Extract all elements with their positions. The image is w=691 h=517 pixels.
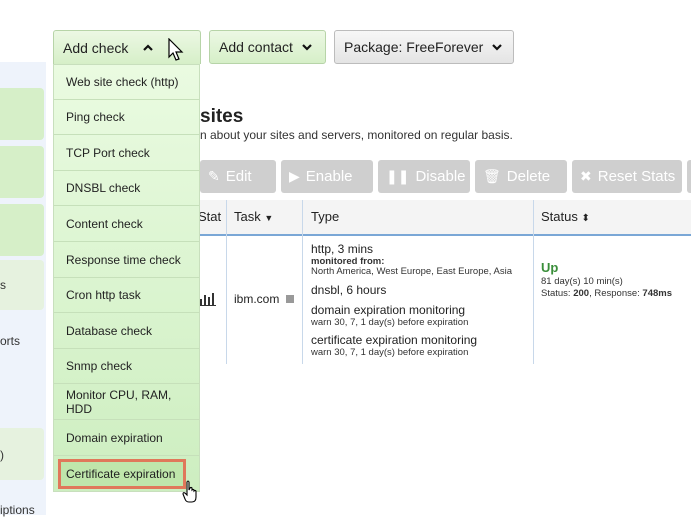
column-divider bbox=[533, 200, 534, 364]
add-contact-label: Add contact bbox=[219, 39, 293, 55]
reset-stats-label: Reset Stats bbox=[597, 168, 676, 185]
menu-item-tcp-port-check[interactable]: TCP Port check bbox=[54, 136, 199, 171]
sidebar-item-label: s bbox=[0, 278, 6, 292]
type-certificate-expiration: certificate expiration monitoring bbox=[311, 333, 478, 347]
column-divider bbox=[226, 200, 227, 364]
add-contact-button[interactable]: Add contact bbox=[209, 30, 326, 64]
sidebar-item-label: ) bbox=[0, 448, 4, 462]
close-icon: ✖ bbox=[580, 168, 592, 184]
status-up: Up bbox=[541, 260, 559, 275]
sidebar-item-label: orts bbox=[0, 334, 21, 348]
certificate-expiration-warning: warn 30, 7, 1 day(s) before expiration bbox=[311, 347, 469, 358]
bar-chart-icon[interactable] bbox=[199, 291, 216, 306]
response-label: , Response: bbox=[589, 288, 640, 299]
edit-button[interactable]: ✎ Edit bbox=[200, 160, 276, 193]
column-header-status-label: Status bbox=[541, 209, 578, 224]
domain-expiration-warning: warn 30, 7, 1 day(s) before expiration bbox=[311, 317, 469, 328]
menu-item-cron-http-task[interactable]: Cron http task bbox=[54, 278, 199, 313]
menu-item-dnsbl-check[interactable]: DNSBL check bbox=[54, 171, 199, 206]
response-time: 748ms bbox=[642, 288, 673, 299]
delete-label: Delete bbox=[506, 168, 551, 185]
play-icon: ▶ bbox=[289, 168, 300, 184]
chevron-up-icon bbox=[143, 43, 154, 51]
sidebar-item[interactable] bbox=[0, 428, 44, 480]
pause-icon: ❚❚ bbox=[386, 168, 410, 184]
page-title: sites bbox=[200, 106, 244, 127]
pencil-icon: ✎ bbox=[208, 168, 220, 184]
status-label: Status: bbox=[541, 288, 571, 299]
page-subtitle: n about your sites and servers, monitore… bbox=[200, 128, 513, 142]
column-header-type[interactable]: Type bbox=[311, 209, 339, 224]
enable-button[interactable]: ▶ Enable bbox=[281, 160, 373, 193]
type-http: http, 3 mins bbox=[311, 242, 374, 256]
column-header-task[interactable]: Task ▼ bbox=[234, 209, 273, 224]
package-label: Package: FreeForever bbox=[344, 39, 484, 55]
status-duration: 81 day(s) 10 min(s) bbox=[541, 276, 623, 287]
type-domain-expiration: domain expiration monitoring bbox=[311, 303, 466, 317]
cursor-arrow-icon bbox=[168, 38, 184, 61]
sidebar-item[interactable] bbox=[0, 204, 44, 256]
monitored-from-value: North America, West Europe, East Europe,… bbox=[311, 266, 513, 277]
menu-item-monitor-cpu-ram-hdd[interactable]: Monitor CPU, RAM, HDD bbox=[54, 385, 199, 420]
trash-icon: 🗑 bbox=[483, 168, 501, 184]
menu-item-database-check[interactable]: Database check bbox=[54, 314, 199, 349]
menu-item-web-site-check[interactable]: Web site check (http) bbox=[54, 65, 199, 100]
package-button[interactable]: Package: FreeForever bbox=[334, 30, 514, 64]
column-header-status[interactable]: Status ⬍ bbox=[541, 209, 590, 224]
table-header bbox=[200, 200, 691, 236]
hand-cursor-icon bbox=[182, 480, 197, 503]
chevron-down-icon bbox=[302, 44, 312, 51]
column-header-stat[interactable]: Stat bbox=[198, 209, 221, 224]
external-link-icon[interactable] bbox=[286, 295, 294, 303]
sidebar-item[interactable] bbox=[0, 146, 44, 198]
sort-icon: ⬍ bbox=[581, 213, 590, 224]
add-check-dropdown: Web site check (http) Ping check TCP Por… bbox=[53, 64, 200, 492]
chevron-down-icon bbox=[492, 44, 503, 51]
edit-label: Edit bbox=[225, 168, 252, 185]
menu-item-certificate-expiration[interactable]: Certificate expiration bbox=[58, 459, 186, 489]
sidebar-item[interactable] bbox=[0, 260, 44, 310]
column-header-task-label: Task bbox=[234, 209, 261, 224]
sidebar-item[interactable] bbox=[0, 88, 44, 140]
reset-stats-button[interactable]: ✖ Reset Stats bbox=[572, 160, 682, 193]
menu-item-snmp-check[interactable]: Snmp check bbox=[54, 349, 199, 384]
menu-item-ping-check[interactable]: Ping check bbox=[54, 100, 199, 135]
menu-item-response-time-check[interactable]: Response time check bbox=[54, 243, 199, 278]
menu-item-content-check[interactable]: Content check bbox=[54, 207, 199, 242]
disable-button[interactable]: ❚❚ Disable bbox=[378, 160, 470, 193]
status-details: Status: 200, Response: 748ms bbox=[541, 288, 672, 299]
delete-button[interactable]: 🗑 Delete bbox=[475, 160, 567, 193]
menu-item-domain-expiration[interactable]: Domain expiration bbox=[54, 421, 199, 456]
column-divider bbox=[302, 200, 303, 364]
disable-label: Disable bbox=[415, 168, 466, 185]
more-button[interactable] bbox=[687, 160, 691, 193]
sort-down-icon: ▼ bbox=[264, 213, 274, 223]
status-code: 200 bbox=[573, 288, 590, 299]
type-dnsbl: dnsbl, 6 hours bbox=[311, 283, 387, 297]
task-link[interactable]: ibm.com bbox=[234, 292, 279, 306]
add-check-label: Add check bbox=[63, 39, 129, 56]
enable-label: Enable bbox=[305, 168, 353, 185]
